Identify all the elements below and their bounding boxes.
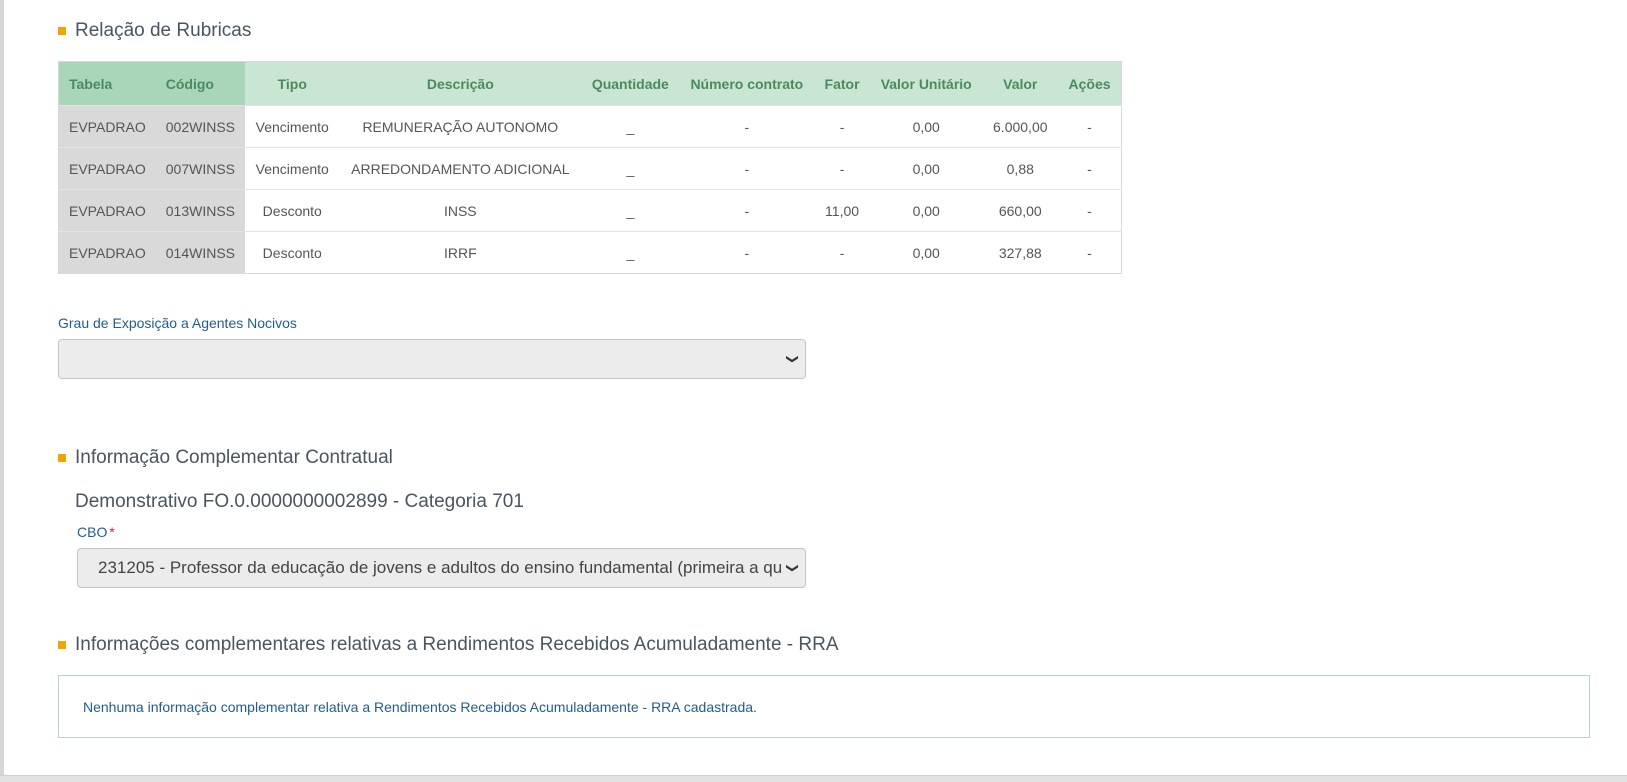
cell-fator: - (814, 231, 870, 274)
cell-tabela: EVPADRAO (58, 189, 156, 232)
cell-tabela: EVPADRAO (58, 105, 156, 148)
cell-tipo: Vencimento (245, 147, 340, 190)
column-header-tabela: Tabela (58, 61, 156, 106)
cell-acoes: - (1058, 231, 1122, 274)
column-header-valor-unitario: Valor Unitário (869, 61, 983, 106)
cell-fator: - (814, 147, 870, 190)
cell-acoes: - (1058, 189, 1122, 232)
cbo-label-text: CBO (77, 524, 108, 540)
chevron-down-icon: ❯ (786, 353, 800, 365)
square-bullet-icon (58, 454, 66, 462)
required-mark: * (109, 524, 115, 540)
column-header-quantidade: Quantidade (581, 61, 680, 106)
cbo-value: 231205 - Professor da educação de jovens… (98, 558, 781, 577)
section-title-text: Informações complementares relativas a R… (75, 634, 839, 655)
cell-codigo: 014WINSS (155, 231, 246, 274)
cbo-label: CBO * (77, 524, 115, 540)
column-header-descricao: Descrição (339, 61, 582, 106)
cell-descricao: REMUNERAÇÃO AUTONOMO (339, 105, 582, 148)
cell-quantidade: _ (581, 147, 680, 190)
cell-valor: 327,88 (982, 231, 1059, 274)
column-header-valor: Valor (982, 61, 1059, 106)
square-bullet-icon (58, 27, 66, 35)
grau-exposicao-label: Grau de Exposição a Agentes Nocivos (58, 315, 297, 331)
column-header-numero-contrato: Número contrato (679, 61, 815, 106)
cell-valor: 6.000,00 (982, 105, 1059, 148)
cell-acoes: - (1058, 147, 1122, 190)
cell-valor-unitario: 0,00 (869, 105, 983, 148)
rubricas-table: Tabela Código Tipo Descrição Quantidade … (58, 61, 1122, 274)
cell-quantidade: _ (581, 105, 680, 148)
table-row: EVPADRAO 014WINSS Desconto IRRF _ - - 0,… (58, 231, 1122, 274)
cell-quantidade: _ (581, 231, 680, 274)
column-header-fator: Fator (814, 61, 870, 106)
cell-fator: 11,00 (814, 189, 870, 232)
cell-codigo: 007WINSS (155, 147, 246, 190)
cell-numero-contrato: - (679, 189, 815, 232)
cell-descricao: IRRF (339, 231, 582, 274)
cell-numero-contrato: - (679, 105, 815, 148)
cell-numero-contrato: - (679, 147, 815, 190)
page-left-border (0, 0, 4, 781)
cell-tipo: Desconto (245, 189, 340, 232)
table-row: EVPADRAO 007WINSS Vencimento ARREDONDAME… (58, 147, 1122, 190)
section-title-rubricas: Relação de Rubricas (58, 20, 251, 42)
cbo-select[interactable]: 231205 - Professor da educação de jovens… (77, 548, 806, 588)
cell-descricao: INSS (339, 189, 582, 232)
cell-valor-unitario: 0,00 (869, 189, 983, 232)
rra-empty-message: Nenhuma informação complementar relativa… (83, 698, 757, 715)
demonstrativo-title: Demonstrativo FO.0.0000000002899 - Categ… (75, 491, 524, 512)
cell-codigo: 013WINSS (155, 189, 246, 232)
cell-numero-contrato: - (679, 231, 815, 274)
table-row: EVPADRAO 002WINSS Vencimento REMUNERAÇÃO… (58, 105, 1122, 148)
table-row: EVPADRAO 013WINSS Desconto INSS _ - 11,0… (58, 189, 1122, 232)
cell-quantidade: _ (581, 189, 680, 232)
cell-tipo: Desconto (245, 231, 340, 274)
cell-valor: 660,00 (982, 189, 1059, 232)
section-title-text: Relação de Rubricas (75, 20, 252, 41)
cell-valor-unitario: 0,00 (869, 231, 983, 274)
cell-descricao: ARREDONDAMENTO ADICIONAL (339, 147, 582, 190)
cell-valor-unitario: 0,00 (869, 147, 983, 190)
column-header-tipo: Tipo (245, 61, 340, 106)
section-title-rra: Informações complementares relativas a R… (58, 634, 839, 656)
rra-empty-message-box: Nenhuma informação complementar relativa… (58, 675, 1590, 738)
cell-acoes: - (1058, 105, 1122, 148)
section-title-info-contratual: Informação Complementar Contratual (58, 447, 393, 469)
section-title-text: Informação Complementar Contratual (75, 447, 393, 468)
column-header-codigo: Código (155, 61, 246, 106)
chevron-down-icon: ❯ (786, 562, 800, 574)
cell-codigo: 002WINSS (155, 105, 246, 148)
square-bullet-icon (58, 641, 66, 649)
cell-tabela: EVPADRAO (58, 231, 156, 274)
cell-fator: - (814, 105, 870, 148)
grau-exposicao-select[interactable]: ❯ (58, 339, 806, 379)
table-header-row: Tabela Código Tipo Descrição Quantidade … (58, 61, 1122, 106)
column-header-acoes: Ações (1058, 61, 1122, 106)
cell-valor: 0,88 (982, 147, 1059, 190)
cell-tipo: Vencimento (245, 105, 340, 148)
cell-tabela: EVPADRAO (58, 147, 156, 190)
